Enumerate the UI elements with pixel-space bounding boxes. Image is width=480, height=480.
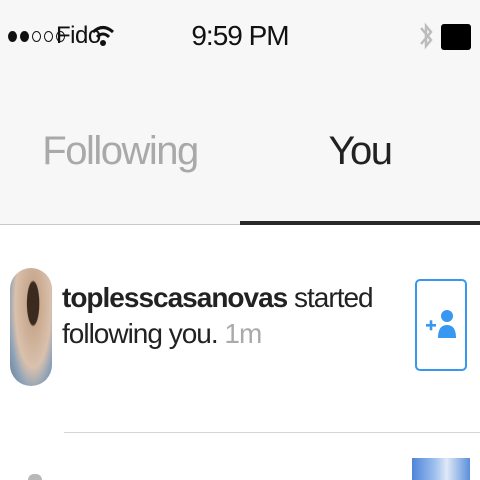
next-row-avatar[interactable] [28,474,42,480]
tab-you[interactable]: You [240,78,480,224]
add-user-icon [426,310,456,338]
user-avatar[interactable] [10,268,52,386]
row-divider [64,432,480,433]
activity-tabs: Following You [0,78,480,225]
follow-back-button[interactable] [415,279,467,371]
status-bar: Fido 9:59 PM [0,0,480,78]
battery-icon [441,24,471,50]
notification-time: 1m [217,318,262,349]
do-not-disturb-moon-icon [402,26,415,49]
notification-text: toplesscasanovas started following you. … [62,280,392,352]
notification-username[interactable]: toplesscasanovas [62,282,288,313]
bluetooth-icon [420,22,433,50]
tab-following[interactable]: Following [0,78,240,224]
next-row-thumbnail[interactable] [412,458,470,480]
